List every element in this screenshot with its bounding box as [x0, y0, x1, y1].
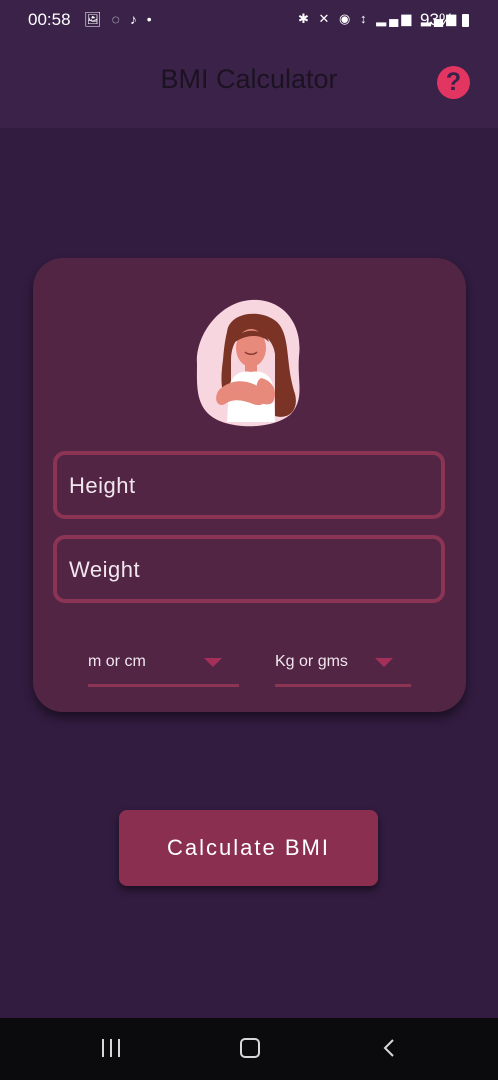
- status-bar: 00:58 🖼 ◌ ♪ • ✱ ✕ ◉ ↕ ▂▄▆ ▂▄▆ 93%: [0, 0, 498, 42]
- weight-field[interactable]: [53, 535, 445, 603]
- help-button[interactable]: ?: [437, 66, 470, 99]
- home-icon[interactable]: [240, 1038, 260, 1058]
- status-time: 00:58: [28, 10, 71, 29]
- weight-unit-label: Kg or gms: [275, 653, 348, 670]
- back-icon[interactable]: [380, 1038, 400, 1058]
- notification-icons: 🖼 ◌ ♪ •: [84, 11, 155, 27]
- dropdown-arrow-icon: [204, 658, 222, 667]
- height-unit-underline: [88, 684, 239, 687]
- battery-icon: [462, 14, 469, 27]
- bmi-card: m or cm Kg or gms: [33, 258, 466, 712]
- calculate-bmi-button[interactable]: Calculate BMI: [119, 810, 378, 886]
- dropdown-arrow-icon: [375, 658, 393, 667]
- page-title: BMI Calculator: [160, 64, 338, 94]
- height-unit-dropdown[interactable]: m or cm: [88, 648, 239, 688]
- weight-unit-dropdown[interactable]: Kg or gms: [275, 648, 411, 688]
- app-bar: BMI Calculator ?: [0, 42, 498, 128]
- weight-input[interactable]: [67, 539, 431, 601]
- height-unit-label: m or cm: [88, 653, 146, 670]
- height-input[interactable]: [67, 455, 431, 517]
- battery-percent: 93%: [420, 10, 455, 29]
- navigation-bar: [0, 1018, 498, 1080]
- woman-avatar-icon: [196, 299, 300, 427]
- recent-apps-icon[interactable]: [100, 1039, 122, 1057]
- height-field[interactable]: [53, 451, 445, 519]
- help-icon: ?: [445, 68, 462, 96]
- weight-unit-underline: [275, 684, 411, 687]
